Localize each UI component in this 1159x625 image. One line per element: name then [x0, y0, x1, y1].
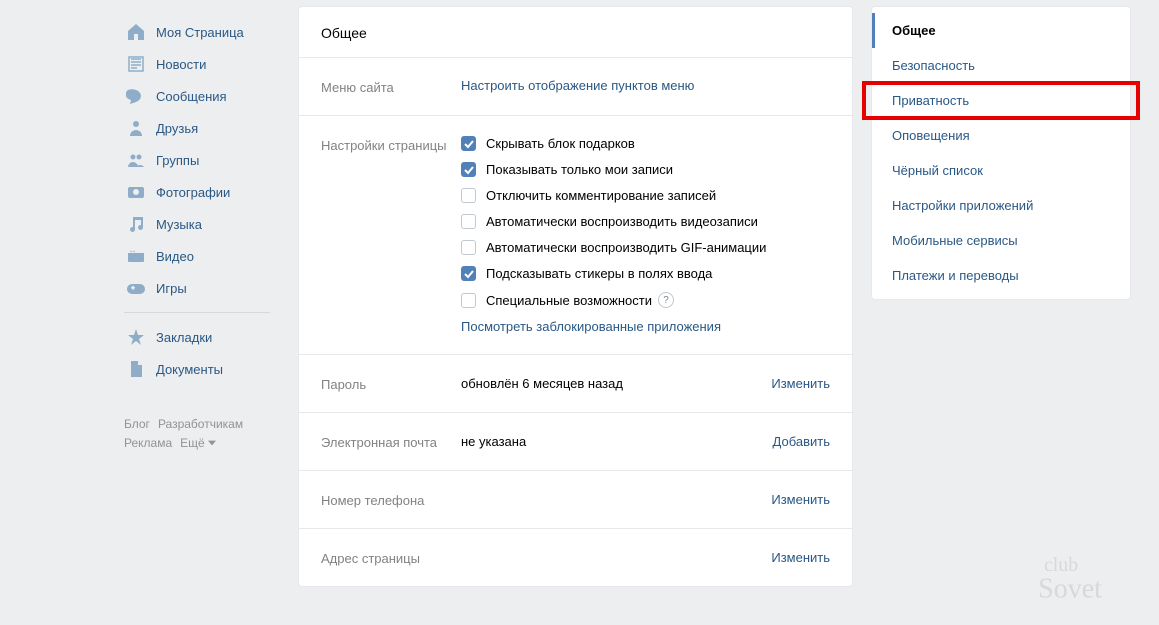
friends-icon: [126, 118, 146, 138]
nav-item-video[interactable]: Видео: [120, 240, 280, 272]
section-label: Пароль: [321, 375, 461, 392]
checkbox-row[interactable]: Автоматически воспроизводить GIF-анимаци…: [461, 240, 830, 255]
checkbox[interactable]: [461, 162, 476, 177]
nav-label: Документы: [156, 362, 223, 377]
checkbox-label: Отключить комментирование записей: [486, 188, 716, 203]
checkbox-row[interactable]: Показывать только мои записи: [461, 162, 830, 177]
nav-item-documents[interactable]: Документы: [120, 353, 280, 385]
right-column: ОбщееБезопасностьПриватностьОповещенияЧё…: [871, 6, 1131, 625]
checkbox-label: Специальные возможности: [486, 293, 652, 308]
nav-item-bookmarks[interactable]: Закладки: [120, 321, 280, 353]
settings-nav-item[interactable]: Общее: [872, 13, 1130, 48]
settings-nav-item[interactable]: Приватность: [864, 83, 1138, 118]
address-change-link[interactable]: Изменить: [771, 550, 830, 565]
footer-dev[interactable]: Разработчикам: [158, 417, 243, 431]
checkbox-label: Показывать только мои записи: [486, 162, 673, 177]
settings-nav-item[interactable]: Чёрный список: [872, 153, 1130, 188]
nav-item-friends[interactable]: Друзья: [120, 112, 280, 144]
help-icon[interactable]: ?: [658, 292, 674, 308]
nav-label: Закладки: [156, 330, 212, 345]
checkbox-row[interactable]: Специальные возможности?: [461, 292, 830, 308]
checkbox-row[interactable]: Скрывать блок подарков: [461, 136, 830, 151]
checkbox-label: Автоматически воспроизводить GIF-анимаци…: [486, 240, 766, 255]
section-label: Электронная почта: [321, 433, 461, 450]
settings-nav: ОбщееБезопасностьПриватностьОповещенияЧё…: [871, 6, 1131, 300]
news-icon: [126, 54, 146, 74]
footer-blog[interactable]: Блог: [124, 417, 150, 431]
photos-icon: [126, 182, 146, 202]
checkbox-label: Подсказывать стикеры в полях ввода: [486, 266, 712, 281]
settings-nav-item[interactable]: Платежи и переводы: [872, 258, 1130, 293]
section-address: Адрес страницы Изменить: [299, 529, 852, 586]
nav-item-photos[interactable]: Фотографии: [120, 176, 280, 208]
settings-card: Общее Меню сайта Настроить отображение п…: [298, 6, 853, 587]
checkbox[interactable]: [461, 188, 476, 203]
documents-icon: [126, 359, 146, 379]
phone-change-link[interactable]: Изменить: [771, 492, 830, 507]
nav-label: Музыка: [156, 217, 202, 232]
nav-label: Новости: [156, 57, 206, 72]
section-phone: Номер телефона Изменить: [299, 471, 852, 529]
settings-nav-item[interactable]: Безопасность: [872, 48, 1130, 83]
blocked-apps-link[interactable]: Посмотреть заблокированные приложения: [461, 319, 721, 334]
nav-item-messages[interactable]: Сообщения: [120, 80, 280, 112]
footer-more[interactable]: Ещё: [180, 436, 216, 450]
email-add-link[interactable]: Добавить: [773, 434, 830, 449]
password-value: обновлён 6 месяцев назад: [461, 376, 771, 391]
checkbox[interactable]: [461, 266, 476, 281]
section-password: Пароль обновлён 6 месяцев назад Изменить: [299, 355, 852, 413]
footer-ads[interactable]: Реклама: [124, 436, 172, 450]
nav-label: Игры: [156, 281, 187, 296]
nav-item-news[interactable]: Новости: [120, 48, 280, 80]
main-column: Общее Меню сайта Настроить отображение п…: [298, 6, 853, 625]
checkbox[interactable]: [461, 240, 476, 255]
home-icon: [126, 22, 146, 42]
section-label: Номер телефона: [321, 491, 461, 508]
nav-item-home[interactable]: Моя Страница: [120, 16, 280, 48]
messages-icon: [126, 86, 146, 106]
nav-label: Группы: [156, 153, 199, 168]
nav-label: Видео: [156, 249, 194, 264]
password-change-link[interactable]: Изменить: [771, 376, 830, 391]
video-icon: [126, 246, 146, 266]
checkbox-row[interactable]: Автоматически воспроизводить видеозаписи: [461, 214, 830, 229]
page-title: Общее: [299, 7, 852, 58]
section-page-settings: Настройки страницы Скрывать блок подарко…: [299, 116, 852, 355]
nav-label: Фотографии: [156, 185, 230, 200]
nav-label: Друзья: [156, 121, 198, 136]
site-menu-link[interactable]: Настроить отображение пунктов меню: [461, 78, 694, 93]
settings-nav-item[interactable]: Мобильные сервисы: [872, 223, 1130, 258]
nav-label: Моя Страница: [156, 25, 244, 40]
games-icon: [126, 278, 146, 298]
checkbox-row[interactable]: Отключить комментирование записей: [461, 188, 830, 203]
footer-links: Блог Разработчикам Реклама Ещё: [120, 415, 280, 453]
checkbox-row[interactable]: Подсказывать стикеры в полях ввода: [461, 266, 830, 281]
nav-divider: [124, 312, 270, 313]
section-site-menu: Меню сайта Настроить отображение пунктов…: [299, 58, 852, 116]
checkbox[interactable]: [461, 293, 476, 308]
checkbox-label: Скрывать блок подарков: [486, 136, 635, 151]
email-value: не указана: [461, 434, 773, 449]
section-email: Электронная почта не указана Добавить: [299, 413, 852, 471]
checkbox[interactable]: [461, 136, 476, 151]
nav-item-groups[interactable]: Группы: [120, 144, 280, 176]
music-icon: [126, 214, 146, 234]
nav-item-music[interactable]: Музыка: [120, 208, 280, 240]
groups-icon: [126, 150, 146, 170]
settings-nav-item[interactable]: Оповещения: [872, 118, 1130, 153]
checkbox-label: Автоматически воспроизводить видеозаписи: [486, 214, 758, 229]
section-label: Адрес страницы: [321, 549, 461, 566]
bookmarks-icon: [126, 327, 146, 347]
settings-nav-item[interactable]: Настройки приложений: [872, 188, 1130, 223]
checkbox[interactable]: [461, 214, 476, 229]
nav-label: Сообщения: [156, 89, 227, 104]
section-label: Настройки страницы: [321, 136, 461, 334]
nav-item-games[interactable]: Игры: [120, 272, 280, 304]
section-label: Меню сайта: [321, 78, 461, 95]
left-nav: Моя Страница Новости Сообщения Друзья Группы…: [120, 0, 280, 625]
